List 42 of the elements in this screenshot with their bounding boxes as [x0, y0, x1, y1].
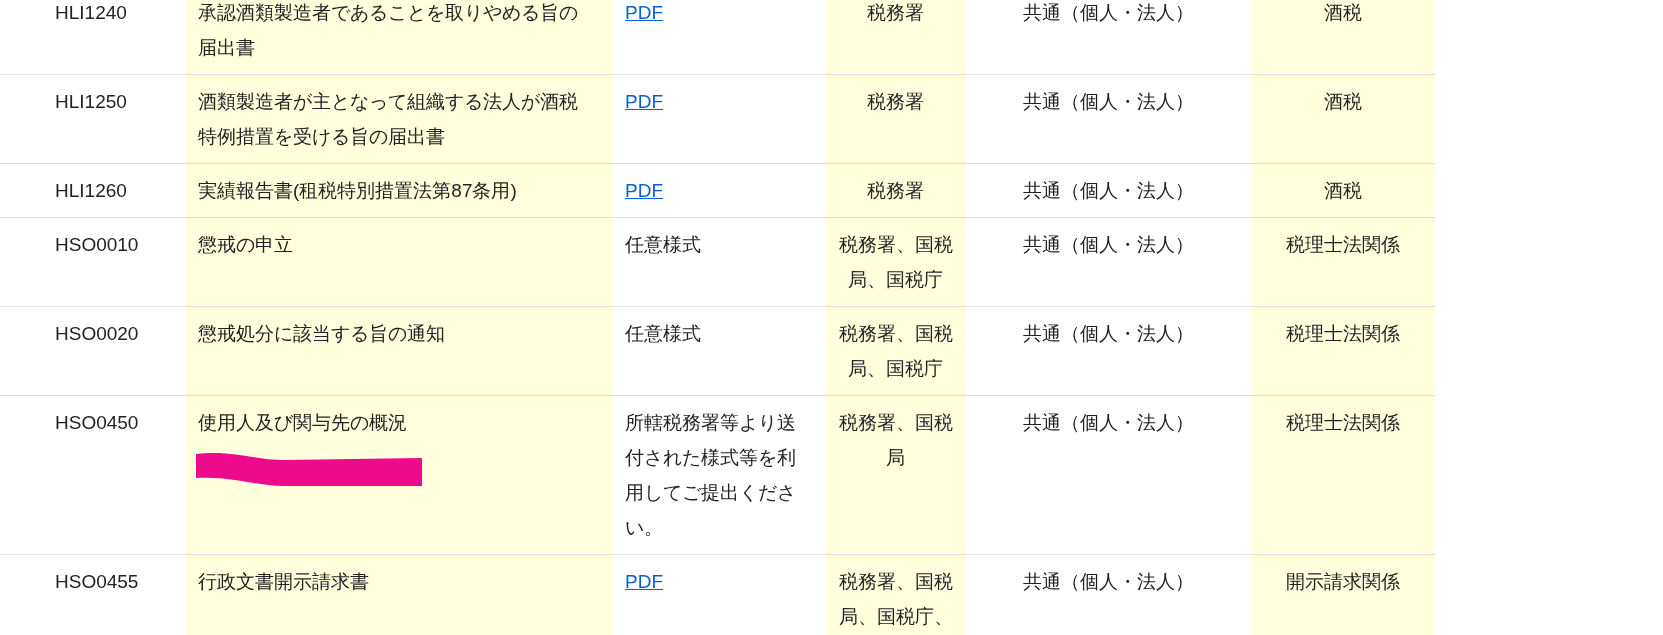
- code-cell: HSO0010: [0, 217, 186, 307]
- office-cell: 税務署: [825, 74, 966, 164]
- office-cell: 税務署、国税局: [825, 395, 966, 555]
- form-text: 任意様式: [625, 234, 701, 255]
- code-cell: HSO0450: [0, 395, 186, 555]
- office-cell: 税務署、国税局、国税庁、: [825, 554, 966, 635]
- category-cell: 税理士法関係: [1251, 217, 1435, 307]
- pdf-link[interactable]: PDF: [625, 2, 663, 23]
- category-cell: 酒税: [1251, 74, 1435, 164]
- pdf-link[interactable]: PDF: [625, 91, 663, 112]
- form-text: 所轄税務署等より送付された様式等を利用してご提出ください。: [625, 412, 796, 538]
- category-cell: 税理士法関係: [1251, 395, 1435, 555]
- name-cell: 実績報告書(租税特別措置法第87条用): [186, 163, 613, 218]
- form-text: 任意様式: [625, 323, 701, 344]
- target-cell: 共通（個人・法人）: [966, 0, 1251, 75]
- name-cell: 使用人及び関与先の概況: [186, 395, 613, 555]
- name-cell: 酒類製造者が主となって組織する法人が酒税特例措置を受ける旨の届出書: [186, 74, 613, 164]
- office-cell: 税務署: [825, 163, 966, 218]
- pdf-link[interactable]: PDF: [625, 571, 663, 592]
- code-cell: HSO0020: [0, 306, 186, 396]
- code-cell: HLI1260: [0, 163, 186, 218]
- name-cell: 承認酒類製造者であることを取りやめる旨の届出書: [186, 0, 613, 75]
- name-cell: 懲戒処分に該当する旨の通知: [186, 306, 613, 396]
- office-cell: 税務署、国税局、国税庁: [825, 306, 966, 396]
- name-cell: 行政文書開示請求書: [186, 554, 613, 635]
- name-cell: 懲戒の申立: [186, 217, 613, 307]
- office-cell: 税務署: [825, 0, 966, 75]
- code-cell: HLI1240: [0, 0, 186, 75]
- target-cell: 共通（個人・法人）: [966, 306, 1251, 396]
- target-cell: 共通（個人・法人）: [966, 163, 1251, 218]
- category-cell: 酒税: [1251, 0, 1435, 75]
- pdf-link[interactable]: PDF: [625, 180, 663, 201]
- code-cell: HSO0455: [0, 554, 186, 635]
- target-cell: 共通（個人・法人）: [966, 554, 1251, 635]
- target-cell: 共通（個人・法人）: [966, 395, 1251, 555]
- target-cell: 共通（個人・法人）: [966, 74, 1251, 164]
- office-cell: 税務署、国税局、国税庁: [825, 217, 966, 307]
- category-cell: 開示請求関係: [1251, 554, 1435, 635]
- category-cell: 税理士法関係: [1251, 306, 1435, 396]
- target-cell: 共通（個人・法人）: [966, 217, 1251, 307]
- code-cell: HLI1250: [0, 74, 186, 164]
- category-cell: 酒税: [1251, 163, 1435, 218]
